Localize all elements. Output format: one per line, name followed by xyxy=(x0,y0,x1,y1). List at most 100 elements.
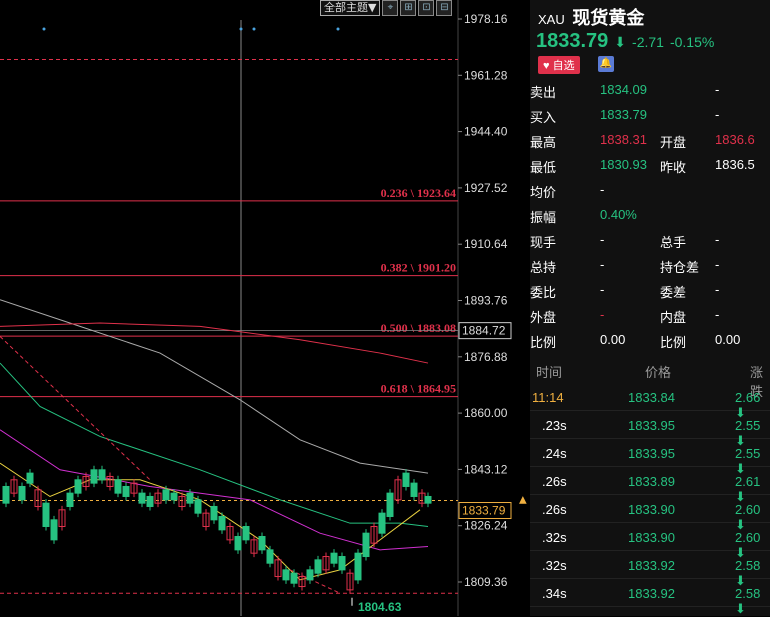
field-label: 比例 xyxy=(530,335,557,350)
tick-table-header: 时间 价格 涨跌 xyxy=(530,360,770,399)
last-price: 1833.79 xyxy=(536,30,609,52)
field-label: 持仓差 xyxy=(660,260,700,275)
candle-body xyxy=(194,499,202,514)
y-tick-label: 1809.36 xyxy=(464,575,508,589)
symbol-name: 现货黄金 xyxy=(572,8,645,28)
field-value: 1838.31 xyxy=(600,132,647,147)
candle-body xyxy=(306,569,314,581)
field-value: 0.00 xyxy=(600,332,626,347)
field-value: - xyxy=(715,307,720,322)
candle-body xyxy=(234,536,242,551)
field-value: - xyxy=(715,107,720,122)
fib-level-label: 0.382 \ 1901.20 xyxy=(381,261,456,275)
price-row: 1833.79 ⬇ -2.71 -0.15% xyxy=(536,30,714,53)
candle-body xyxy=(42,502,50,528)
symbol-code: XAU xyxy=(538,12,565,27)
tick-price: 1833.95 xyxy=(628,446,675,461)
candle-body xyxy=(210,505,218,521)
candle-body xyxy=(386,492,394,517)
tick-time: 11:14 xyxy=(532,390,564,405)
field-value: 0.00 xyxy=(715,332,741,347)
down-arrow-icon: ⬇ xyxy=(614,34,627,50)
candle-body xyxy=(170,492,178,501)
field-value: - xyxy=(715,232,720,247)
candle-body xyxy=(114,479,122,494)
tick-row[interactable]: 11:14 1833.84 2.66 ⬇ xyxy=(530,384,770,420)
candle-body xyxy=(74,479,82,494)
tick-price: 1833.84 xyxy=(628,390,675,405)
layout-icon[interactable]: ⊟ xyxy=(436,0,453,16)
candle-body xyxy=(410,482,418,497)
field-label: 买入 xyxy=(530,110,557,125)
y-tick-label: 1910.64 xyxy=(464,237,508,251)
field-value: 1836.5 xyxy=(715,157,755,172)
col-time: 时间 xyxy=(536,365,563,380)
tick-time: .23s xyxy=(542,418,567,433)
field-value: 1836.6 xyxy=(715,132,755,147)
field-value: - xyxy=(715,82,720,97)
last-price-arrow-icon: ▲ xyxy=(519,495,527,506)
chart-canvas[interactable]: 1978.16 1961.28 1944.40 1927.52 1910.64 1893.… xyxy=(0,0,530,616)
zoom-icon[interactable]: ⊞ xyxy=(400,0,417,16)
crosshair-icon[interactable]: ⊡ xyxy=(418,0,435,16)
candle-body xyxy=(98,469,106,481)
tick-row[interactable]: .34s 1833.92 2.58 ⬇ xyxy=(530,580,770,616)
fib-level-label: 0.236 \ 1923.64 xyxy=(381,186,456,200)
tick-row[interactable]: .26s 1833.89 2.61 ⬇ xyxy=(530,468,770,504)
field-value: - xyxy=(600,307,605,322)
hover-price-label: 1884.72 xyxy=(462,324,506,338)
field-label: 最低 xyxy=(530,160,557,175)
theme-select[interactable]: 全部主题▼ xyxy=(320,0,381,16)
candle-body xyxy=(314,559,322,574)
candle-body xyxy=(338,556,346,571)
event-marker xyxy=(252,27,256,31)
candle-body xyxy=(362,532,370,558)
tick-row[interactable]: .26s 1833.90 2.60 ⬇ xyxy=(530,496,770,532)
field-value: - xyxy=(715,282,720,297)
field-label: 内盘 xyxy=(660,310,687,325)
tick-time: .34s xyxy=(542,586,567,601)
candle-body xyxy=(162,489,170,501)
candle-body xyxy=(146,495,154,507)
tick-row[interactable]: .23s 1833.95 2.55 ⬇ xyxy=(530,412,770,448)
last-price-label: 1833.79 xyxy=(462,504,506,518)
tick-row[interactable]: .32s 1833.92 2.58 ⬇ xyxy=(530,552,770,588)
event-marker xyxy=(239,27,243,31)
event-marker xyxy=(42,27,46,31)
candle-body xyxy=(266,549,274,564)
candle-body xyxy=(26,472,34,484)
candle-body xyxy=(378,512,386,534)
y-tick-label: 1927.52 xyxy=(464,181,508,195)
tick-price: 1833.90 xyxy=(628,502,675,517)
ma-magenta-line xyxy=(0,429,429,551)
field-label: 外盘 xyxy=(530,310,557,325)
favorite-label: 自选 xyxy=(552,60,575,72)
field-value: - xyxy=(600,182,605,197)
y-tick-label: 1843.12 xyxy=(464,462,508,476)
candle-body xyxy=(186,492,194,504)
field-value: 1834.09 xyxy=(600,82,647,97)
tick-price: 1833.90 xyxy=(628,530,675,545)
kline-chart[interactable]: 1978.16 1961.28 1944.40 1927.52 1910.64 1893.… xyxy=(0,0,530,616)
tick-time: .26s xyxy=(542,502,567,517)
candle-body xyxy=(354,552,362,581)
tick-row[interactable]: .32s 1833.90 2.60 ⬇ xyxy=(530,524,770,560)
tick-price: 1833.92 xyxy=(628,558,675,573)
candle-body xyxy=(330,552,338,564)
tick-row[interactable]: .24s 1833.95 2.55 ⬇ xyxy=(530,440,770,476)
field-value: - xyxy=(715,257,720,272)
candle-body xyxy=(50,519,58,541)
alert-bell-icon[interactable]: 🔔 xyxy=(598,56,614,72)
y-tick-label: 1826.24 xyxy=(464,519,508,533)
candle-body xyxy=(138,492,146,504)
field-label: 比例 xyxy=(660,335,687,350)
tick-time: .32s xyxy=(542,530,567,545)
field-value: 1830.93 xyxy=(600,157,647,172)
y-tick-label: 1893.76 xyxy=(464,294,508,308)
cursor-icon[interactable]: ⌖ xyxy=(382,0,399,16)
ma-green-line xyxy=(0,362,429,527)
candle-body xyxy=(2,485,10,504)
ma-gray-line xyxy=(0,299,429,474)
candle-body xyxy=(242,526,250,541)
add-favorite-button[interactable]: ♥ 自选 xyxy=(538,56,580,74)
